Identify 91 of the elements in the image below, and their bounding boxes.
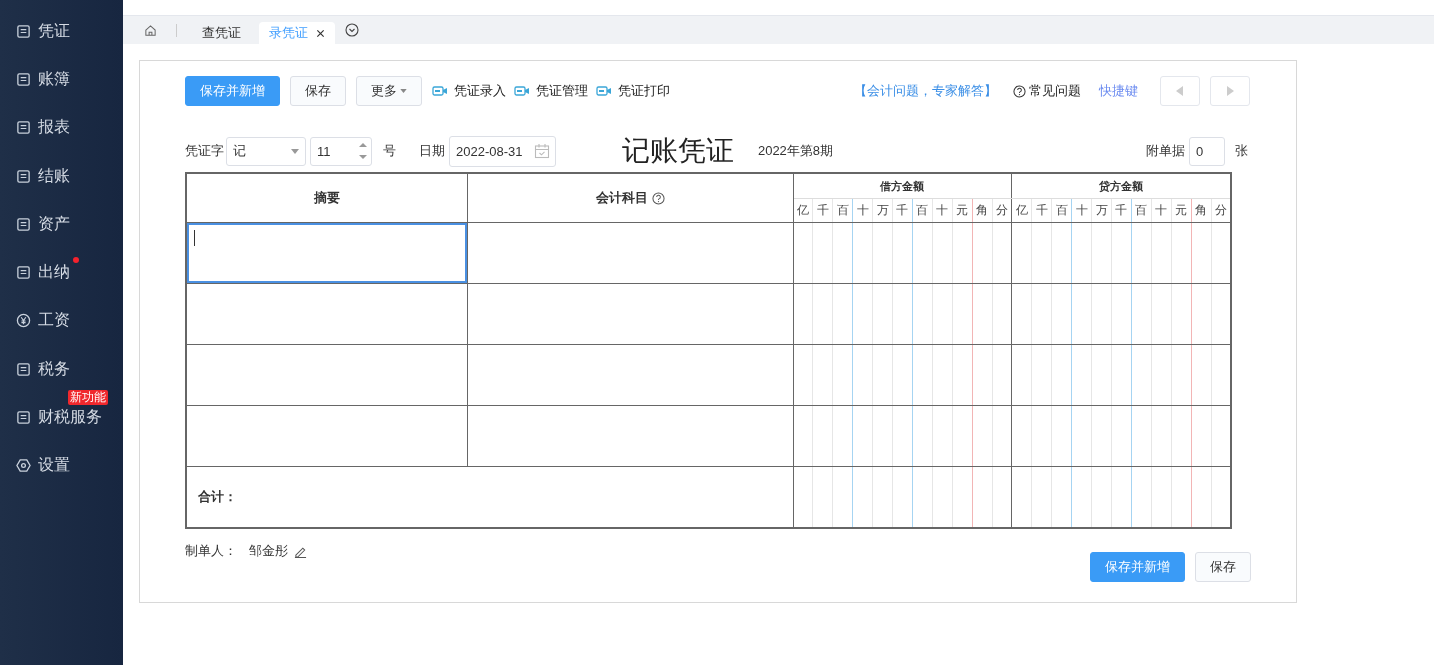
chevron-down-icon[interactable] [345, 23, 359, 37]
digit-header: 千 [892, 198, 913, 223]
field-label: 号 [383, 142, 396, 160]
digit-header: 十 [1071, 198, 1092, 223]
new-feature-badge: 新功能 [68, 390, 108, 406]
video-link[interactable]: 凭证录入 [432, 82, 506, 100]
video-camera-icon [432, 85, 448, 97]
document-icon [16, 216, 31, 232]
document-icon [16, 23, 31, 39]
right-arrow-icon [1226, 86, 1234, 96]
digit-header: 十 [932, 198, 953, 223]
summary-cell[interactable] [186, 344, 467, 406]
digit-header: 元 [1171, 198, 1192, 223]
total-label: 合计： [198, 489, 237, 504]
digit-header: 十 [852, 198, 873, 223]
field-label: 凭证字 [185, 142, 224, 160]
video-camera-icon [514, 85, 530, 97]
digit-header: 百 [832, 198, 853, 223]
sidebar-item[interactable]: 出纳 [0, 248, 123, 297]
home-icon[interactable] [144, 23, 157, 37]
caret-icon [291, 148, 299, 154]
digit-header: 亿 [1011, 198, 1032, 223]
voucher-type-select[interactable]: 记 [226, 136, 306, 166]
help-icon [651, 191, 665, 205]
digit-header: 百 [912, 198, 933, 223]
date-field[interactable]: 2022-08-31 [449, 135, 556, 167]
document-icon [16, 410, 31, 425]
digit-header: 千 [1031, 198, 1052, 223]
help-icon [1013, 84, 1026, 98]
sidebar-item[interactable]: 设置 [0, 441, 123, 490]
sidebar-item[interactable]: 新功能 财税服务 [0, 393, 123, 442]
sidebar-item[interactable]: 工资 [0, 296, 123, 346]
digit-header: 元 [952, 198, 973, 223]
column-header: 借方金额 [793, 173, 1012, 199]
digit-header: 千 [1111, 198, 1132, 223]
digit-header: 十 [1151, 198, 1172, 223]
column-header: 摘要 [186, 173, 467, 223]
account-cell[interactable] [467, 222, 793, 284]
account-cell[interactable] [467, 344, 793, 406]
document-icon [16, 361, 31, 377]
left-arrow-icon [1176, 86, 1184, 96]
caret-icon [400, 89, 407, 93]
yen-icon [16, 313, 31, 329]
account-cell[interactable] [467, 283, 793, 345]
digit-header: 千 [812, 198, 833, 223]
digit-header: 万 [872, 198, 893, 223]
video-camera-icon [596, 85, 612, 97]
account-cell[interactable] [467, 405, 793, 467]
digit-header: 万 [1091, 198, 1112, 223]
document-icon [16, 120, 31, 136]
field-label: 附单据 [1146, 142, 1185, 160]
document-icon [16, 168, 31, 184]
digit-header: 分 [1211, 198, 1231, 223]
voucher-title: 记账凭证 [621, 134, 734, 168]
digit-header: 角 [1191, 198, 1212, 223]
digit-header: 百 [1131, 198, 1152, 223]
field-label: 日期 [419, 142, 445, 160]
sidebar-item[interactable]: 报表 [0, 103, 123, 152]
footer-button[interactable]: 保存 [1195, 552, 1251, 582]
preparer-name: 邹金彤 [249, 542, 288, 560]
expert-help-link[interactable]: 【会计问题，专家解答】 [854, 82, 997, 100]
preparer-label: 制单人： [185, 542, 237, 560]
faq-link[interactable]: 常见问题 [1013, 82, 1081, 100]
sidebar-item[interactable]: 账簿 [0, 55, 123, 104]
video-link[interactable]: 凭证管理 [514, 82, 588, 100]
calendar-icon [534, 143, 550, 159]
sidebar-item[interactable]: 结账 [0, 151, 123, 201]
sidebar-item[interactable]: 资产 [0, 200, 123, 249]
digit-header: 分 [992, 198, 1012, 223]
text-cursor [194, 230, 195, 246]
sidebar-item[interactable]: 凭证 [0, 7, 123, 56]
period-text: 2022年第8期 [757, 142, 834, 160]
attachment-count-field[interactable]: 0 [1189, 136, 1225, 166]
document-icon [16, 265, 31, 281]
toolbar-button[interactable]: 保存 [290, 76, 346, 106]
column-header: 会计科目 [467, 173, 793, 223]
document-icon [16, 71, 31, 87]
field-label: 张 [1235, 142, 1248, 160]
toolbar-button[interactable]: 更多 [356, 76, 422, 106]
voucher-number-field[interactable]: 11 [310, 136, 372, 166]
digit-header: 亿 [793, 198, 813, 223]
summary-cell[interactable] [186, 222, 467, 284]
close-icon[interactable] [316, 28, 325, 38]
video-link[interactable]: 凭证打印 [596, 82, 670, 100]
gear-icon [16, 458, 31, 474]
summary-cell[interactable] [186, 283, 467, 345]
digit-header: 角 [972, 198, 993, 223]
summary-cell[interactable] [186, 405, 467, 467]
spinner-icon [359, 142, 367, 160]
tab[interactable]: 查凭证 [192, 22, 251, 44]
digit-header: 百 [1051, 198, 1072, 223]
